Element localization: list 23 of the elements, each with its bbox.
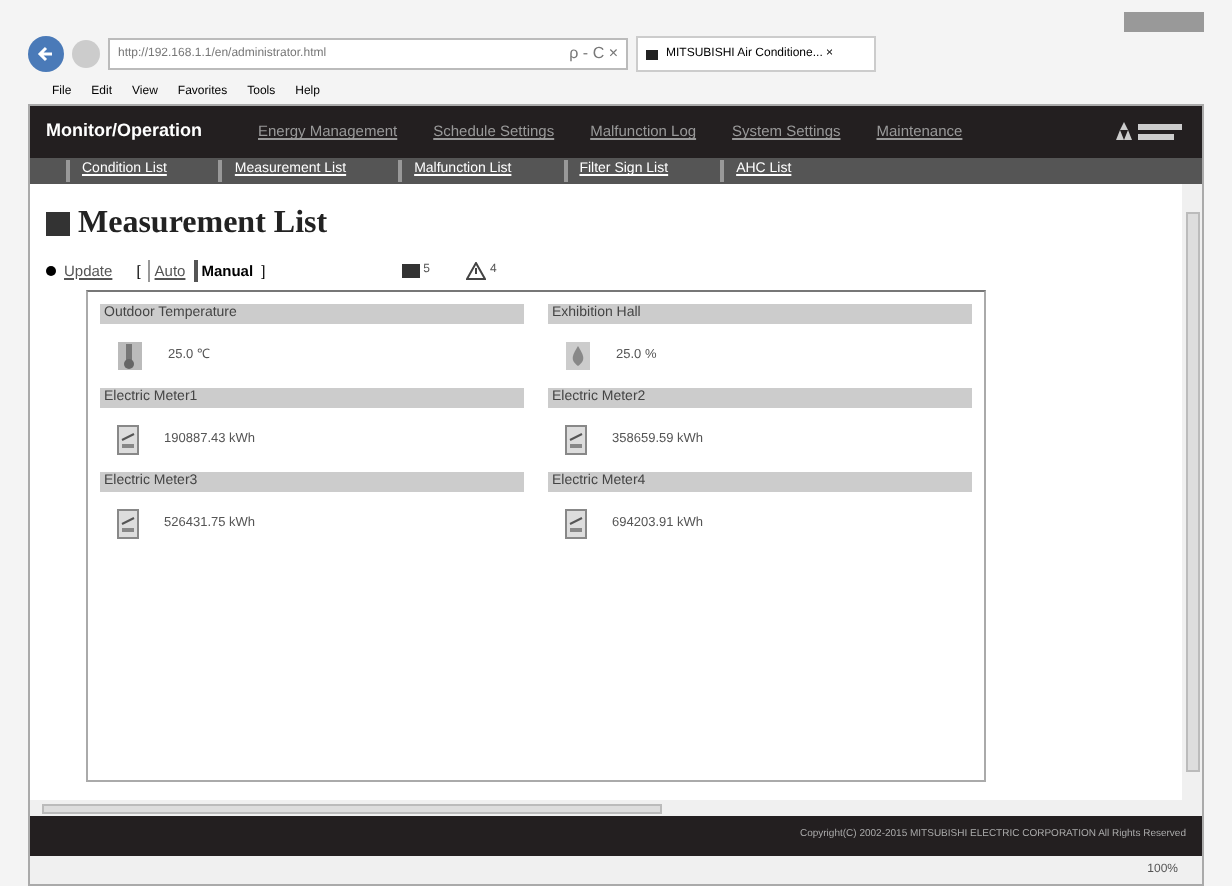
meter-icon <box>564 508 588 541</box>
back-arrow-icon <box>36 44 56 64</box>
meter-icon <box>116 424 140 457</box>
warning-icon <box>466 262 486 281</box>
vertical-scrollbar[interactable] <box>1182 184 1202 800</box>
scroll-thumb[interactable] <box>42 803 662 813</box>
thermometer-icon <box>116 340 144 373</box>
scroll-thumb[interactable] <box>1185 212 1199 772</box>
humidity-icon <box>564 340 592 373</box>
bullet-icon <box>46 266 56 277</box>
forward-button[interactable] <box>72 40 100 68</box>
tab-favicon-icon <box>646 49 658 59</box>
address-controls[interactable]: ρ - C × <box>569 42 618 66</box>
horizontal-scrollbar[interactable] <box>30 800 1202 816</box>
company-logo-icon <box>1114 120 1186 144</box>
nav-tab[interactable]: Monitor/Operation <box>46 118 202 146</box>
window-controls-icon[interactable] <box>1124 12 1204 32</box>
back-button[interactable] <box>28 36 64 72</box>
title-square-icon <box>46 212 70 236</box>
page-title: Measurement List <box>78 204 328 244</box>
square-status-icon <box>401 264 420 279</box>
meter-icon <box>116 508 140 541</box>
meter-icon <box>564 424 588 457</box>
